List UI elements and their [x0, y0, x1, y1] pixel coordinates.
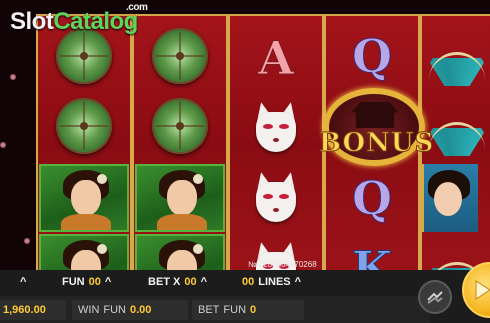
fox-mask-symbol [230, 164, 322, 232]
caret-up-icon[interactable]: ^ [201, 276, 207, 288]
fox-mask-icon [253, 170, 299, 224]
balance-row: 1,960.00 WIN FUN 0.00 BET FUN 0 [0, 296, 430, 323]
slotcatalog-logo: SlotCatalog .com [10, 2, 148, 36]
fan-icon [427, 116, 487, 156]
play-icon [475, 280, 490, 300]
bet-x-label: BET X [148, 276, 181, 288]
caret-up-icon[interactable]: ^ [105, 276, 111, 288]
letter-q: Q [351, 171, 393, 225]
win-value: 0.00 [130, 304, 152, 316]
parasol-icon [56, 98, 112, 154]
temple-icon [351, 102, 399, 128]
bonus-label: BONUS [319, 128, 435, 159]
autoplay-icon [427, 291, 443, 304]
fan-symbol [422, 32, 490, 100]
reel-2 [132, 16, 228, 302]
geisha-icon [39, 164, 129, 232]
girl-symbol [422, 164, 490, 232]
petal-decoration [0, 142, 6, 148]
parasol-symbol [38, 92, 130, 160]
fun-selector[interactable]: FUN 00 ^ [62, 276, 111, 288]
credit-value: 1,960.00 [0, 300, 66, 320]
letter-q: Q [351, 29, 393, 83]
reel-1 [36, 16, 132, 302]
win-panel: WIN FUN 0.00 [72, 300, 188, 320]
fun-label: FUN [62, 276, 85, 288]
logo-text-com: .com [126, 2, 148, 13]
bet-x-selector[interactable]: BET X 00 ^ [148, 276, 207, 288]
caret-up-icon[interactable]: ^ [295, 276, 301, 288]
parasol-icon [152, 98, 208, 154]
letter-a: A [258, 31, 295, 85]
caret-up-icon: ^ [20, 276, 27, 288]
letter-q-symbol: Q [326, 164, 418, 232]
lines-selector[interactable]: 00 LINES ^ [242, 276, 301, 288]
game-id: № 7284364870268 [248, 260, 317, 269]
win-label: WIN [78, 304, 100, 316]
bet-controls-row: ^ FUN 00 ^ BET X 00 ^ 00 LINES ^ [0, 270, 430, 296]
geisha-symbol [38, 164, 130, 232]
slot-game-screen: SlotCatalog .com A Q Q K BONUS № 7284364… [0, 0, 490, 323]
bet-panel: BET FUN 0 [192, 300, 304, 320]
bet-value: 0 [250, 304, 257, 316]
bet-x-value: 00 [184, 276, 197, 288]
parasol-icon [56, 28, 112, 84]
geisha-symbol [134, 164, 226, 232]
parasol-symbol [134, 92, 226, 160]
petal-decoration [10, 74, 16, 80]
lines-label: LINES [258, 276, 291, 288]
petal-decoration [24, 238, 30, 244]
bonus-symbol: BONUS [319, 84, 435, 174]
parasol-icon [152, 28, 208, 84]
fun-value: 00 [88, 276, 101, 288]
bet-fun-label: FUN [223, 304, 247, 316]
win-fun-label: FUN [103, 304, 126, 316]
reel-3: A [228, 16, 324, 292]
bet-label: BET [198, 304, 220, 316]
control-bar: ^ FUN 00 ^ BET X 00 ^ 00 LINES ^ 1,960.0… [0, 270, 490, 323]
geisha-icon [135, 164, 225, 232]
girl-icon [422, 164, 478, 232]
balance-toggle[interactable]: ^ [20, 276, 26, 288]
parasol-symbol [134, 22, 226, 90]
lines-value: 00 [242, 276, 255, 288]
letter-q-symbol: Q [326, 22, 418, 90]
letter-a-symbol: A [230, 24, 322, 92]
fan-icon [427, 46, 487, 86]
fox-mask-icon [253, 100, 299, 154]
logo-text-slot: Slot [10, 8, 54, 35]
autoplay-button[interactable] [418, 280, 452, 314]
fox-mask-symbol [230, 94, 322, 162]
